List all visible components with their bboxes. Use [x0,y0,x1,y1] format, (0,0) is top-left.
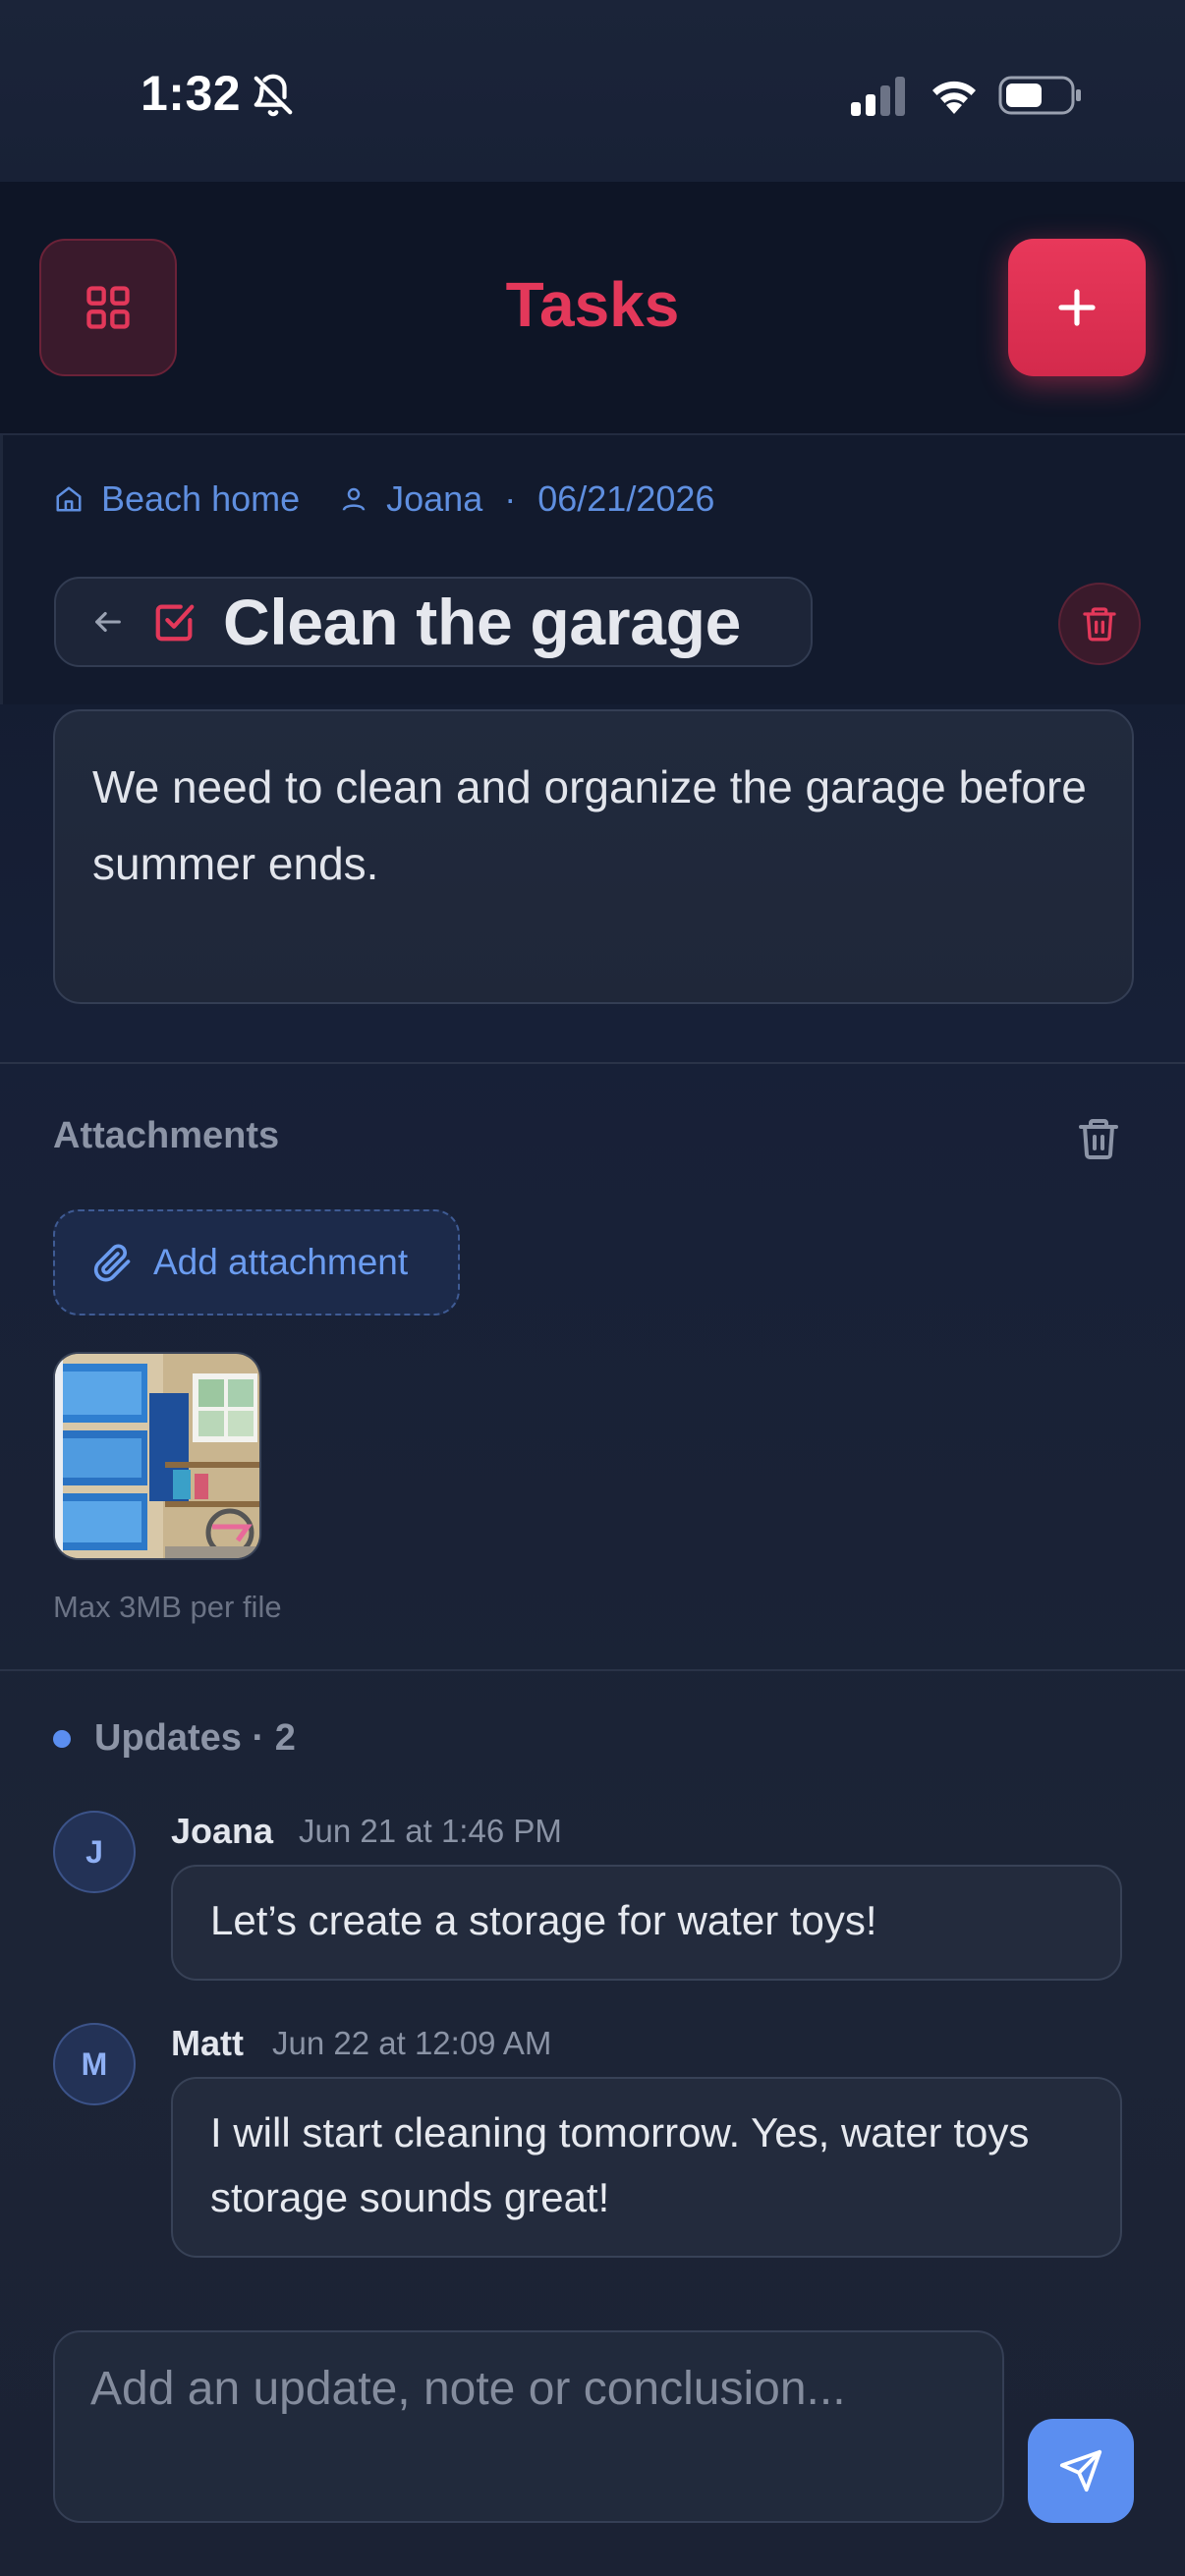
add-attachment-label: Add attachment [153,1242,409,1282]
task-title-section: Beach home Joana · 06/21/2026 Clean the … [0,435,1185,704]
delete-task-button[interactable] [1058,583,1141,665]
garage-photo-image [55,1354,259,1558]
update-timestamp: Jun 22 at 12:09 AM [272,2025,552,2061]
task-assignee[interactable]: Joana [386,478,482,520]
add-attachment-button[interactable]: Add attachment [53,1209,460,1316]
trash-icon [1083,607,1116,642]
meta-separator: · [504,478,517,519]
add-task-button[interactable] [1008,239,1146,376]
updates-dot-icon [53,1730,71,1748]
battery-icon [998,76,1081,115]
update-timestamp: Jun 21 at 1:46 PM [299,1813,562,1849]
plus-icon [1058,289,1096,326]
avatar: J [53,1811,136,1893]
task-title: Clean the garage [223,586,742,658]
wifi-icon [932,81,976,114]
section-divider [0,1062,1185,1064]
avatar: M [53,2023,136,2105]
back-arrow-icon[interactable] [91,605,125,639]
user-icon [342,487,366,511]
bell-off-icon [254,74,293,117]
home-icon [56,486,82,512]
checkbox-checked-icon[interactable] [152,599,198,644]
cell-signal-icon [851,77,905,116]
updates-label: Updates · 2 [94,1717,296,1759]
trash-icon[interactable] [1075,1114,1122,1163]
attachment-thumbnail[interactable] [53,1352,261,1560]
send-icon [1059,2449,1102,2492]
task-location[interactable]: Beach home [101,478,300,520]
task-title-pill[interactable]: Clean the garage [54,577,813,667]
task-date: 06/21/2026 [537,478,715,519]
update-input[interactable]: Add an update, note or conclusion... [53,2330,1004,2523]
task-meta: Beach home Joana · 06/21/2026 [54,475,714,524]
update-author: Joana [171,1811,274,1851]
update-author: Matt [171,2023,244,2063]
send-button[interactable] [1028,2419,1134,2523]
status-bar: 1:32 [0,0,1185,182]
attachments-label: Attachments [53,1115,280,1156]
task-description[interactable]: We need to clean and organize the garage… [53,709,1134,1004]
app-header: Tasks [0,182,1185,435]
update-message: Let’s create a storage for water toys! [171,1865,1122,1981]
section-divider [0,1669,1185,1671]
status-time: 1:32 [141,66,242,121]
attachment-size-note: Max 3MB per file [53,1590,282,1624]
paperclip-icon [93,1244,131,1282]
task-detail-screen: 1:32 Tasks Beach home Joana · 06/21/2026… [0,0,1185,2576]
update-message: I will start cleaning tomorrow. Yes, wat… [171,2077,1122,2258]
